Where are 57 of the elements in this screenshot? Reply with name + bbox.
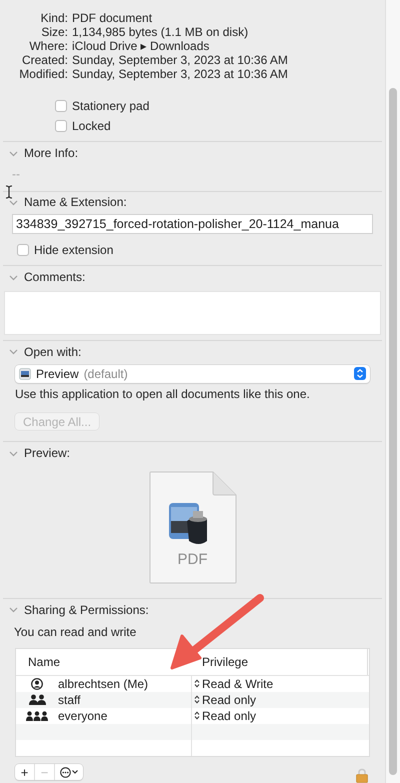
info-label: Where: [28, 38, 68, 55]
chevron-down-icon[interactable] [9, 198, 18, 207]
info-value: PDF document [72, 10, 152, 27]
app-name: Preview [36, 366, 79, 383]
checkbox[interactable] [17, 244, 29, 256]
permission-summary: You can read and write [13, 624, 136, 641]
info-label: Size: [40, 24, 68, 41]
comments-field[interactable] [4, 291, 381, 336]
info-label: Kind: [40, 10, 68, 27]
hint-text: Use this application to open all documents like this one. [14, 386, 310, 403]
column-header[interactable]: Name [28, 652, 60, 671]
caret-icon [72, 770, 78, 774]
app-icon [19, 368, 31, 380]
checkbox[interactable] [55, 100, 67, 112]
section-title: Name & Extension: [24, 194, 127, 212]
user-name: albrechtsen (Me) [58, 676, 148, 693]
info-value: iCloud Drive ▸ Downloads [72, 38, 210, 55]
pdf-label: PDF [176, 550, 208, 570]
checkbox-label: Stationery pad [72, 98, 150, 116]
section-title: Sharing & Permissions: [24, 602, 149, 619]
pdf-document-icon [148, 471, 236, 584]
stepper-icon [194, 679, 200, 688]
stepper-icon [194, 711, 200, 720]
text-cursor-icon [5, 185, 13, 200]
file-name-field[interactable]: 334839_392715_forced-rotation-polisher_20-1124_manua [12, 214, 373, 234]
lock-icon[interactable] [356, 768, 368, 783]
ellipsis-circle-icon [60, 766, 71, 778]
app-popup-button[interactable]: Preview (default) [15, 364, 370, 383]
checkbox-label: Hide extension [34, 242, 114, 260]
add-button[interactable]: + [15, 764, 35, 780]
people-icon [26, 710, 48, 721]
user-name: everyone [58, 708, 108, 725]
info-label: Modified: [18, 66, 68, 84]
default-note: (default) [84, 366, 129, 383]
column-header[interactable]: Privilege [202, 652, 248, 671]
section-title: Comments: [24, 269, 86, 286]
permission-row[interactable]: staff Read only [16, 692, 369, 708]
group-icon [28, 694, 46, 706]
stepper-icon [194, 695, 200, 704]
scrollbar[interactable] [385, 0, 400, 783]
user-name: staff [58, 692, 80, 709]
section-title: Open with: [24, 344, 82, 361]
popup-arrows-icon [354, 367, 366, 380]
privilege-value[interactable]: Read only [202, 690, 256, 709]
checkbox[interactable] [55, 120, 67, 132]
privilege-value[interactable]: Read & Write [202, 674, 274, 693]
info-value: Sunday, September 3, 2023 at 10:36 AM [72, 52, 288, 69]
privilege-value[interactable]: Read only [202, 706, 256, 725]
info-label: Created: [20, 52, 68, 69]
info-value: 1,134,985 bytes (1.1 MB on disk) [72, 24, 248, 41]
scrollbar-thumb[interactable] [389, 88, 397, 775]
info-value: Sunday, September 3, 2023 at 10:36 AM [72, 66, 288, 84]
section-title: More Info: [24, 145, 78, 162]
section-title: Preview: [24, 445, 70, 462]
info-value: -- [11, 166, 20, 184]
checkbox-label: Locked [72, 118, 111, 136]
user-icon [31, 678, 43, 690]
